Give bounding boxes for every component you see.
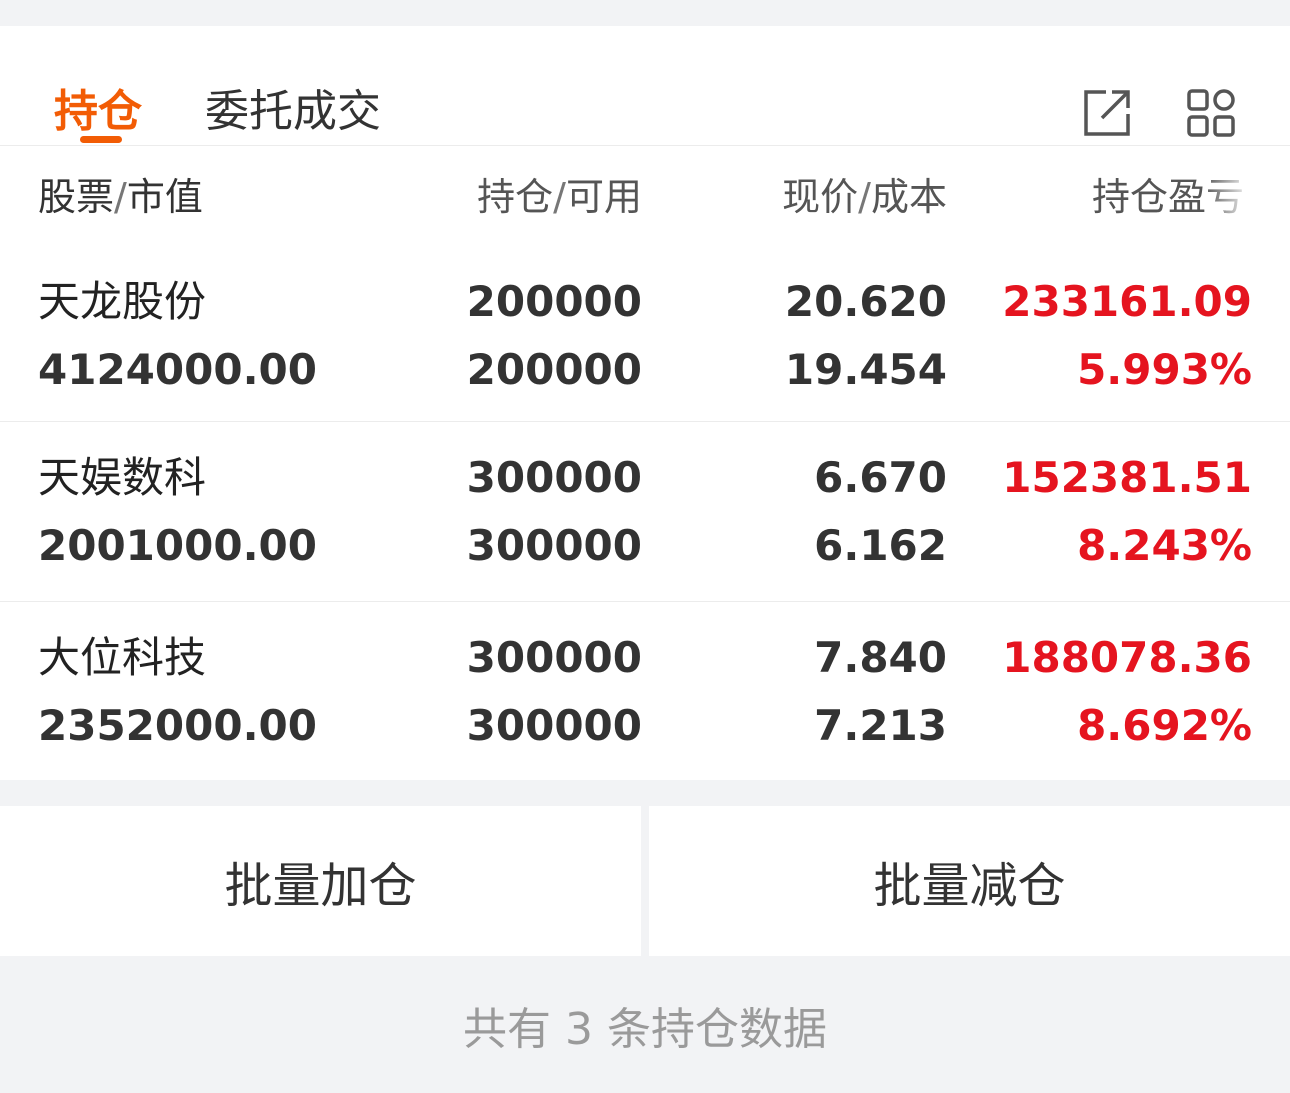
- header-price-cost[interactable]: 现价/成本: [782, 166, 947, 221]
- batch-reduce-button[interactable]: 批量减仓: [649, 806, 1290, 956]
- stock-name: 天娱数科: [38, 453, 207, 502]
- current-price: 7.840: [814, 633, 947, 682]
- market-value: 2001000.00: [38, 521, 317, 570]
- share-external-icon[interactable]: [1082, 88, 1132, 138]
- pnl-amount: 233161.09: [1002, 277, 1252, 326]
- section-spacer: [0, 780, 1290, 806]
- stock-name: 大位科技: [38, 633, 207, 682]
- active-tab-indicator: [80, 136, 122, 143]
- batch-add-button[interactable]: 批量加仓: [0, 806, 641, 956]
- cost-price: 19.454: [784, 345, 947, 394]
- cost-price: 7.213: [814, 701, 947, 750]
- current-price: 20.620: [784, 277, 947, 326]
- batch-actions: 批量加仓 批量减仓: [0, 806, 1290, 956]
- table-row[interactable]: 天龙股份 4124000.00 200000 200000 20.620 19.…: [0, 246, 1290, 422]
- market-value: 2352000.00: [38, 701, 317, 750]
- pnl-amount: 152381.51: [1002, 453, 1252, 502]
- position-qty: 300000: [466, 453, 642, 502]
- pnl-percent: 8.243%: [1077, 521, 1252, 570]
- header-pnl[interactable]: 持仓盈亏: [1092, 166, 1252, 221]
- header-stock-market-value[interactable]: 股票/市值: [38, 166, 203, 221]
- pnl-percent: 5.993%: [1077, 345, 1252, 394]
- tab-bar: 持仓 委托成交: [0, 26, 1290, 146]
- stock-name: 天龙股份: [38, 277, 207, 326]
- holdings-count-text: 共有 3 条持仓数据: [463, 1004, 827, 1055]
- table-row[interactable]: 大位科技 2352000.00 300000 300000 7.840 7.21…: [0, 602, 1290, 780]
- cost-price: 6.162: [814, 521, 947, 570]
- available-qty: 300000: [466, 521, 642, 570]
- top-spacer: [0, 0, 1290, 26]
- grid-apps-icon[interactable]: [1186, 88, 1236, 138]
- current-price: 6.670: [814, 453, 947, 502]
- pnl-amount: 188078.36: [1002, 633, 1252, 682]
- header-position-available[interactable]: 持仓/可用: [477, 166, 642, 221]
- holdings-list: 天龙股份 4124000.00 200000 200000 20.620 19.…: [0, 246, 1290, 780]
- position-qty: 200000: [466, 277, 642, 326]
- available-qty: 200000: [466, 345, 642, 394]
- tab-holdings[interactable]: 持仓: [54, 84, 142, 140]
- tab-orders-trades[interactable]: 委托成交: [205, 84, 381, 140]
- available-qty: 300000: [466, 701, 642, 750]
- market-value: 4124000.00: [38, 345, 317, 394]
- position-qty: 300000: [466, 633, 642, 682]
- table-row[interactable]: 天娱数科 2001000.00 300000 300000 6.670 6.16…: [0, 422, 1290, 602]
- table-header: 股票/市值 持仓/可用 现价/成本 持仓盈亏: [0, 146, 1290, 246]
- pnl-percent: 8.692%: [1077, 701, 1252, 750]
